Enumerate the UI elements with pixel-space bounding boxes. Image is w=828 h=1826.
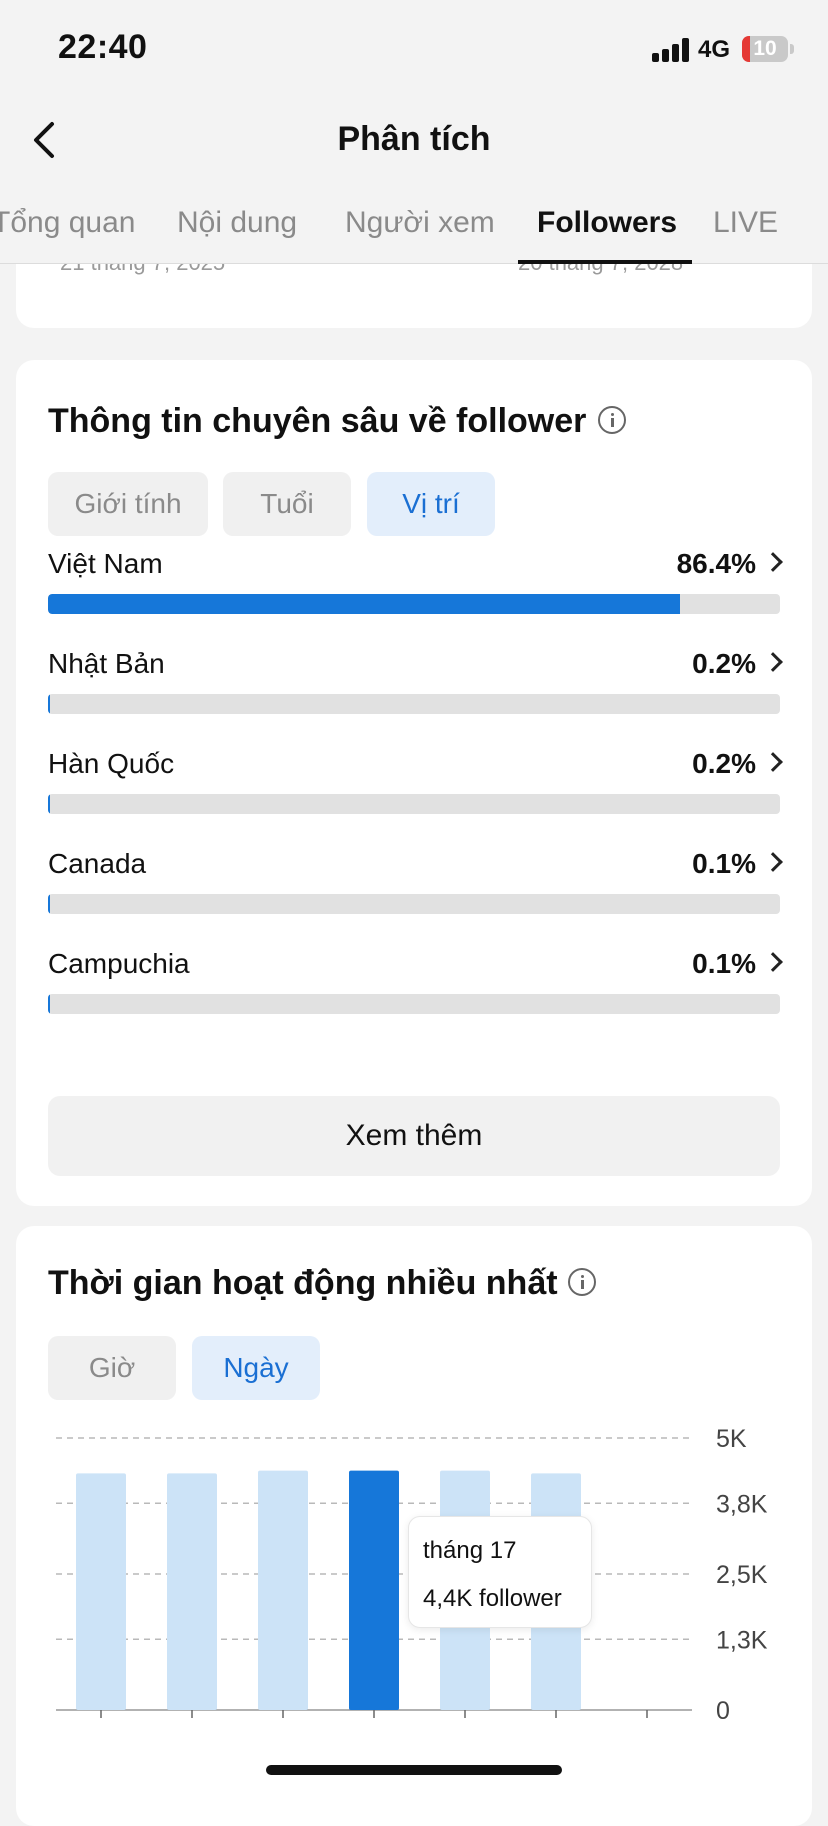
tab-live[interactable]: LIVE bbox=[713, 206, 778, 240]
tab-followers[interactable]: Followers bbox=[537, 206, 677, 240]
location-bar-track bbox=[48, 894, 780, 914]
y-tick-label: 5K bbox=[716, 1425, 747, 1453]
follower-insights-card: Thông tin chuyên sâu về follower Giới tí… bbox=[16, 360, 812, 1206]
location-percent: 0.2% bbox=[692, 648, 756, 679]
location-row[interactable]: Canada 0.1% bbox=[48, 848, 783, 928]
signal-icon bbox=[652, 38, 692, 62]
location-bar-fill bbox=[48, 594, 681, 614]
y-tick-label: 2,5K bbox=[716, 1561, 768, 1589]
battery-icon: 10 bbox=[742, 36, 788, 62]
filter-location[interactable]: Vị trí bbox=[367, 472, 495, 536]
tab-overview[interactable]: Tổng quan bbox=[0, 206, 135, 240]
location-row[interactable]: Campuchia 0.1% bbox=[48, 948, 783, 1028]
location-percent: 0.1% bbox=[692, 948, 756, 979]
location-percent: 0.1% bbox=[692, 848, 756, 879]
battery-level: 10 bbox=[753, 37, 777, 60]
location-row[interactable]: Nhật Bản 0.2% bbox=[48, 648, 783, 728]
see-more-button[interactable]: Xem thêm bbox=[48, 1096, 780, 1176]
tooltip-value: 4,4K follower bbox=[423, 1585, 562, 1612]
location-name: Canada bbox=[48, 848, 147, 879]
location-bar-fill bbox=[48, 694, 50, 714]
y-tick-label: 0 bbox=[716, 1697, 730, 1725]
tab-bar: Tổng quan Nội dung Người xem Followers L… bbox=[0, 180, 828, 264]
location-bar-fill bbox=[48, 994, 50, 1014]
location-row[interactable]: Việt Nam 86.4% bbox=[48, 548, 783, 628]
chevron-right-icon bbox=[763, 552, 783, 572]
location-bar-fill bbox=[48, 794, 50, 814]
chart-bar[interactable] bbox=[76, 1473, 126, 1710]
filter-age[interactable]: Tuổi bbox=[223, 472, 351, 536]
location-name: Campuchia bbox=[48, 948, 190, 979]
status-time: 22:40 bbox=[58, 28, 148, 66]
status-bar: 22:40 4G 10 bbox=[0, 0, 828, 100]
info-icon[interactable] bbox=[598, 406, 626, 434]
page-title: Phân tích bbox=[337, 120, 491, 158]
location-percent: 0.2% bbox=[692, 748, 756, 779]
chart-bar[interactable] bbox=[258, 1470, 308, 1710]
chart-tooltip: tháng 17 4,4K follower bbox=[408, 1516, 592, 1628]
location-bar-track bbox=[48, 994, 780, 1014]
tab-content[interactable]: Nội dung bbox=[177, 206, 297, 240]
location-name: Nhật Bản bbox=[48, 648, 165, 679]
network-type: 4G bbox=[698, 36, 731, 63]
y-tick-label: 3,8K bbox=[716, 1490, 768, 1518]
chart-bar-selected[interactable] bbox=[349, 1470, 399, 1710]
tooltip-title: tháng 17 bbox=[423, 1537, 517, 1564]
active-time-card: Thời gian hoạt động nhiều nhất Giờ Ngày … bbox=[16, 1226, 812, 1826]
location-bar-fill bbox=[48, 894, 50, 914]
home-indicator bbox=[266, 1765, 562, 1775]
location-row[interactable]: Hàn Quốc 0.2% bbox=[48, 748, 783, 828]
battery-tip bbox=[790, 44, 794, 54]
location-name: Việt Nam bbox=[48, 548, 163, 579]
chevron-right-icon bbox=[763, 952, 783, 972]
y-tick-label: 1,3K bbox=[716, 1626, 768, 1654]
location-bar-track bbox=[48, 594, 780, 614]
insights-title: Thông tin chuyên sâu về follower bbox=[48, 402, 587, 440]
nav-bar: Phân tích bbox=[0, 100, 828, 180]
chart-bar[interactable] bbox=[167, 1473, 217, 1710]
location-name: Hàn Quốc bbox=[48, 748, 175, 779]
tab-active-indicator bbox=[518, 260, 692, 264]
filter-gender[interactable]: Giới tính bbox=[48, 472, 208, 536]
location-bar-track bbox=[48, 794, 780, 814]
chevron-right-icon bbox=[763, 752, 783, 772]
chevron-right-icon bbox=[763, 652, 783, 672]
location-percent: 86.4% bbox=[676, 548, 756, 579]
tab-viewers[interactable]: Người xem bbox=[345, 206, 495, 240]
chevron-right-icon bbox=[763, 852, 783, 872]
location-bar-track bbox=[48, 694, 780, 714]
